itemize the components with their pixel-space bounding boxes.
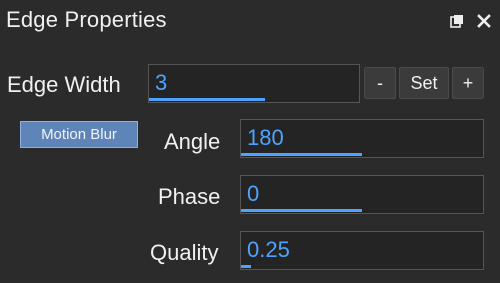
phase-input[interactable]: 0 <box>240 175 484 214</box>
edge-width-slider-fill[interactable] <box>149 98 265 101</box>
edge-width-set-button[interactable]: Set <box>399 67 449 99</box>
edge-width-input[interactable]: 3 <box>148 64 360 103</box>
angle-label: Angle <box>164 129 221 154</box>
quality-input[interactable]: 0.25 <box>240 231 484 270</box>
phase-slider-fill[interactable] <box>241 209 362 212</box>
edge-width-label: Edge Width <box>7 72 121 97</box>
angle-input[interactable]: 180 <box>240 119 484 158</box>
edge-width-value: 3 <box>155 70 168 95</box>
edge-width-decrement-button[interactable]: - <box>364 67 396 99</box>
angle-slider-fill[interactable] <box>241 153 362 156</box>
close-icon[interactable] <box>476 13 492 29</box>
phase-value: 0 <box>247 181 260 206</box>
edge-width-increment-button[interactable]: + <box>452 67 484 99</box>
dock-icon[interactable] <box>449 13 465 29</box>
quality-slider-fill[interactable] <box>241 265 251 268</box>
quality-value: 0.25 <box>247 237 290 262</box>
quality-label: Quality <box>150 240 219 265</box>
motion-blur-toggle[interactable]: Motion Blur <box>20 121 138 148</box>
angle-value: 180 <box>247 125 284 150</box>
panel-title: Edge Properties <box>6 7 167 32</box>
phase-label: Phase <box>158 184 221 209</box>
panel-titlebar: Edge Properties <box>0 0 500 42</box>
